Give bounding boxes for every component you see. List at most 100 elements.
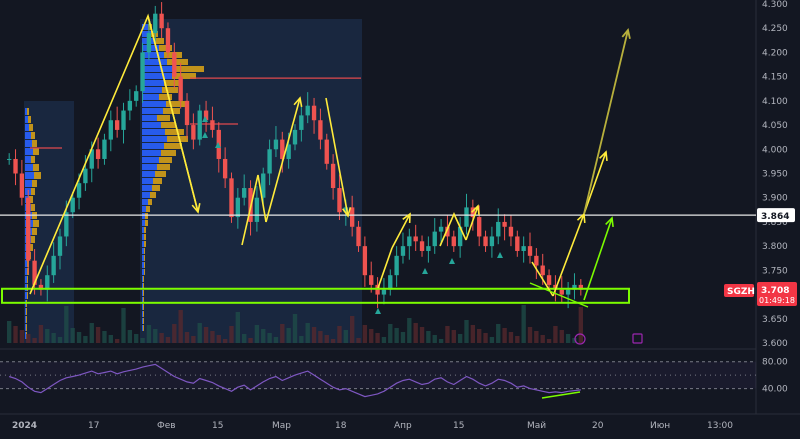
profile-bar-down xyxy=(29,124,33,131)
candle-body xyxy=(159,13,164,29)
volume-bar xyxy=(248,338,253,343)
candle-body xyxy=(451,236,456,247)
candle-body xyxy=(318,120,323,140)
profile-bar-up xyxy=(25,260,27,267)
candle-body xyxy=(7,158,12,160)
profile-bar-down xyxy=(31,236,35,243)
profile-bar-down xyxy=(161,150,176,156)
profile-bar-up xyxy=(142,87,162,93)
rsi-band xyxy=(0,361,756,389)
profile-bar-down xyxy=(26,316,27,323)
profile-bar-down xyxy=(159,94,172,100)
volume-bar xyxy=(222,339,228,343)
profile-bar-up xyxy=(142,304,143,310)
volume-bar xyxy=(521,305,526,343)
profile-bar-up xyxy=(142,241,144,247)
profile-bar-up xyxy=(25,180,32,187)
candle-body xyxy=(477,217,482,237)
volume-bar xyxy=(381,337,387,343)
candle-body xyxy=(184,100,190,126)
candle-body xyxy=(172,52,177,77)
candle-body xyxy=(388,275,393,290)
candle-body xyxy=(102,139,107,159)
candle-body xyxy=(292,129,298,145)
volume-bar xyxy=(400,332,406,343)
candle-body xyxy=(134,91,139,101)
volume-bar xyxy=(546,339,552,343)
time-tick-label: Май xyxy=(527,421,546,431)
volume-bar xyxy=(261,329,266,343)
profile-bar-up xyxy=(142,143,164,149)
volume-bar xyxy=(451,330,456,343)
volume-bar xyxy=(64,306,69,343)
candle-body xyxy=(51,255,56,276)
candle-body xyxy=(394,255,399,276)
profile-bar-down xyxy=(152,185,160,191)
candle-body xyxy=(76,183,82,198)
profile-bar-down xyxy=(157,164,170,170)
profile-bar-down xyxy=(150,192,156,198)
profile-bar-up xyxy=(25,164,33,171)
volume-bar xyxy=(292,314,298,343)
price-tick-label: 3.800 xyxy=(762,242,788,252)
profile-bar-down xyxy=(159,157,172,163)
profile-bar-up xyxy=(25,268,27,275)
volume-bar xyxy=(102,331,107,343)
profile-bar-down xyxy=(33,220,39,227)
volume-bar xyxy=(502,328,507,343)
volume-bar xyxy=(318,331,323,343)
profile-bar-up xyxy=(142,290,143,296)
profile-bar-up xyxy=(25,140,32,147)
candle-body xyxy=(140,52,145,92)
profile-bar-down xyxy=(157,115,170,121)
profile-bar-down xyxy=(145,213,148,219)
candle-body xyxy=(369,275,374,285)
candle-body xyxy=(64,212,69,237)
rsi-tick-label: 40.00 xyxy=(762,385,788,395)
volume-bar xyxy=(489,337,495,343)
volume-bar xyxy=(508,332,514,343)
chart-svg[interactable]: 4.300 4.250 4.200 4.150 4.100 4.050 4.000 3.950… xyxy=(0,0,800,434)
time-tick-label: Фев xyxy=(157,421,176,431)
profile-bar-up xyxy=(142,199,148,205)
profile-bar-up xyxy=(142,52,164,58)
volume-bar xyxy=(419,327,425,343)
profile-bar-down xyxy=(28,116,31,123)
volume-bar xyxy=(299,336,304,343)
volume-bar xyxy=(134,334,139,343)
candle-body xyxy=(146,33,152,53)
profile-bar-up xyxy=(142,276,143,282)
profile-bar-down xyxy=(145,220,148,226)
candle-body xyxy=(95,149,101,159)
candle-body xyxy=(432,231,437,247)
profile-bar-up xyxy=(142,122,161,128)
profile-bar-up xyxy=(25,284,27,291)
trading-chart[interactable]: 4.300 4.250 4.200 4.150 4.100 4.050 4.000 3.950… xyxy=(0,0,800,434)
volume-bar xyxy=(89,323,94,343)
profile-bar-up xyxy=(142,108,163,114)
volume-bar xyxy=(438,339,444,343)
volume-bar xyxy=(210,331,215,343)
volume-bar xyxy=(565,334,571,343)
profile-bar-down xyxy=(32,180,37,187)
volume-bar xyxy=(559,330,564,343)
candle-body xyxy=(127,100,133,111)
profile-bar-down xyxy=(26,324,27,331)
volume-bar xyxy=(203,327,209,343)
profile-bar-down xyxy=(166,101,186,107)
profile-bar-down xyxy=(27,276,28,283)
price-tick-label: 4.050 xyxy=(762,121,788,131)
volume-bar xyxy=(178,310,183,343)
profile-bar-up xyxy=(142,269,144,275)
profile-bar-down xyxy=(167,136,188,142)
profile-bar-down xyxy=(143,325,144,331)
profile-bar-down xyxy=(27,284,28,291)
profile-bar-up xyxy=(25,108,27,115)
volume-bar xyxy=(311,327,317,343)
time-tick-label: Июн xyxy=(650,421,670,431)
volume-bar xyxy=(432,335,437,343)
volume-bar xyxy=(527,327,533,343)
candle-body xyxy=(565,289,571,295)
price-tick-label: 3.650 xyxy=(762,315,788,325)
profile-bar-up xyxy=(142,248,144,254)
